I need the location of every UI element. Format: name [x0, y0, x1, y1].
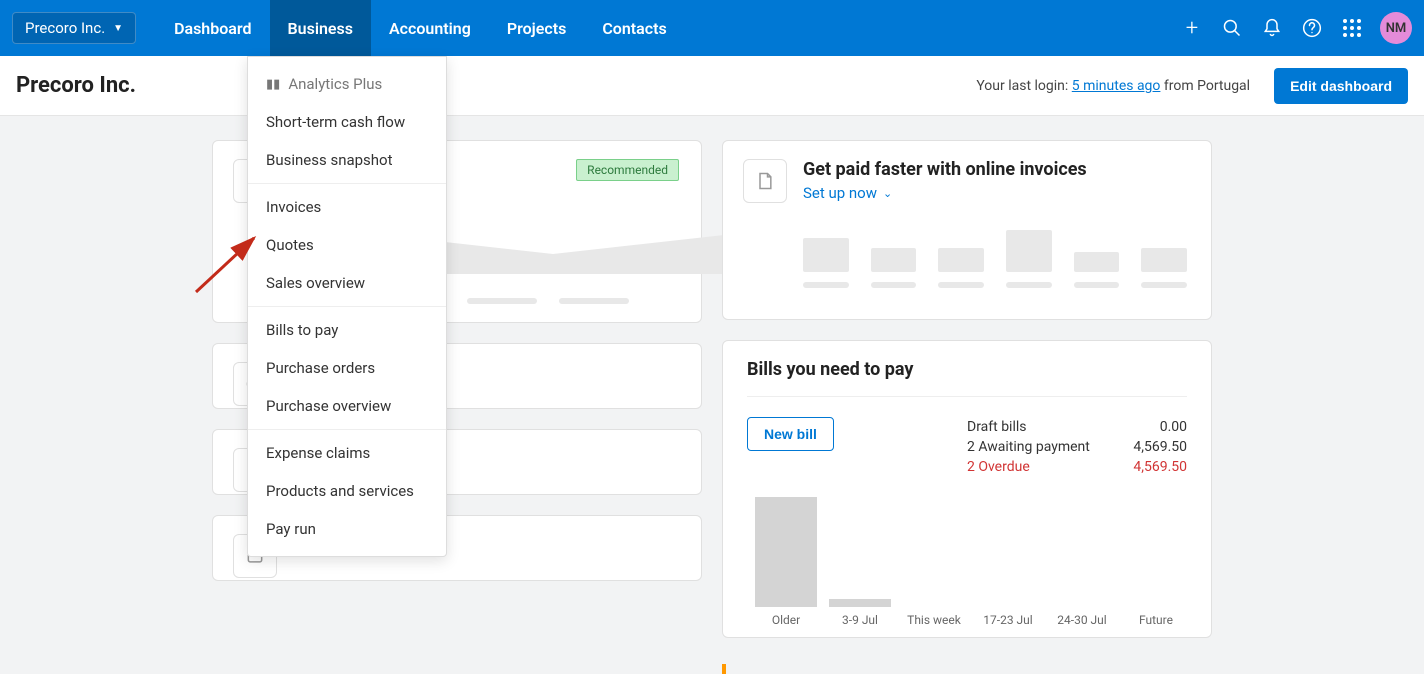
org-selector[interactable]: Precoro Inc. ▼	[12, 12, 136, 44]
bill-awaiting-value: 4,569.50	[1133, 439, 1187, 455]
last-login-prefix: Your last login:	[976, 78, 1071, 94]
top-navbar: Precoro Inc. ▼ Dashboard Business Accoun…	[0, 0, 1424, 56]
bill-row-awaiting[interactable]: 2 Awaiting payment 4,569.50	[967, 437, 1187, 457]
get-paid-placeholder-bars	[803, 230, 1187, 272]
last-login-suffix: from Portugal	[1160, 78, 1250, 94]
dd-label: Analytics Plus	[288, 75, 382, 93]
dd-item-business-snapshot[interactable]: Business snapshot	[248, 141, 446, 179]
bill-awaiting-label: 2 Awaiting payment	[967, 439, 1090, 455]
bill-stats: Draft bills 0.00 2 Awaiting payment 4,56…	[967, 417, 1187, 477]
bill-overdue-value: 4,569.50	[1133, 459, 1187, 475]
bar-older[interactable]	[755, 497, 817, 607]
org-name: Precoro Inc.	[25, 19, 105, 37]
page-subheader: Precoro Inc. Your last login: 5 minutes …	[0, 56, 1424, 116]
chart-label: 3-9 Jul	[829, 613, 891, 627]
nav-tabs: Dashboard Business Accounting Projects C…	[156, 0, 685, 56]
bill-draft-value: 0.00	[1160, 419, 1187, 435]
dd-item-sales-overview[interactable]: Sales overview	[248, 264, 446, 302]
bill-overdue-label: 2 Overdue	[967, 459, 1030, 475]
dd-item-analytics-plus[interactable]: ▮▮ Analytics Plus	[248, 65, 446, 103]
chevron-down-icon: ⌄	[883, 187, 892, 200]
chart-label: Future	[1125, 613, 1187, 627]
bills-bar-chart: Older 3-9 Jul This week 17-23 Jul 24-30 …	[747, 497, 1187, 627]
avatar[interactable]: NM	[1380, 12, 1412, 44]
card-get-paid[interactable]: Get paid faster with online invoices Set…	[722, 140, 1212, 320]
apps-grid-icon	[1343, 19, 1361, 37]
document-icon	[743, 159, 787, 203]
bar-3-9-jul[interactable]	[829, 599, 891, 607]
dashboard-content: ur cash flow Recommended oney is going u…	[0, 116, 1424, 662]
dd-item-bills-to-pay[interactable]: Bills to pay	[248, 311, 446, 349]
plus-icon: +	[1186, 16, 1198, 41]
bill-row-overdue[interactable]: 2 Overdue 4,569.50	[967, 457, 1187, 477]
help-icon	[1302, 18, 1322, 38]
search-icon	[1222, 18, 1242, 38]
recommended-badge: Recommended	[576, 159, 679, 181]
set-up-now-link[interactable]: Set up now ⌄	[803, 184, 892, 202]
dd-item-pay-run[interactable]: Pay run	[248, 510, 446, 548]
last-login-text: Your last login: 5 minutes ago from Port…	[976, 78, 1250, 94]
dd-item-products-services[interactable]: Products and services	[248, 472, 446, 510]
nav-tab-business[interactable]: Business	[270, 0, 371, 56]
analytics-icon: ▮▮	[266, 77, 280, 92]
dd-item-quotes[interactable]: Quotes	[248, 226, 446, 264]
dd-item-short-term-cash-flow[interactable]: Short-term cash flow	[248, 103, 446, 141]
last-login-link[interactable]: 5 minutes ago	[1072, 78, 1161, 94]
chart-label: This week	[903, 613, 965, 627]
help-button[interactable]	[1292, 8, 1332, 48]
dd-item-purchase-overview[interactable]: Purchase overview	[248, 387, 446, 425]
bill-draft-label: Draft bills	[967, 419, 1027, 435]
chart-label: 17-23 Jul	[977, 613, 1039, 627]
set-up-now-label: Set up now	[803, 184, 877, 202]
new-bill-button[interactable]: New bill	[747, 417, 834, 451]
dd-item-expense-claims[interactable]: Expense claims	[248, 434, 446, 472]
chevron-down-icon: ▼	[113, 23, 123, 34]
nav-tab-accounting[interactable]: Accounting	[371, 0, 489, 56]
scroll-indicator	[722, 664, 726, 674]
card-bills-to-pay: Bills you need to pay New bill Draft bil…	[722, 340, 1212, 638]
add-button[interactable]: +	[1172, 8, 1212, 48]
page-title: Precoro Inc.	[16, 73, 136, 98]
nav-tab-dashboard[interactable]: Dashboard	[156, 0, 269, 56]
notifications-button[interactable]	[1252, 8, 1292, 48]
bell-icon	[1262, 18, 1282, 38]
search-button[interactable]	[1212, 8, 1252, 48]
bills-card-title: Bills you need to pay	[747, 359, 1187, 397]
card-get-paid-title: Get paid faster with online invoices	[803, 159, 1187, 180]
dd-item-invoices[interactable]: Invoices	[248, 188, 446, 226]
chart-label: Older	[755, 613, 817, 627]
dd-item-purchase-orders[interactable]: Purchase orders	[248, 349, 446, 387]
bill-row-draft[interactable]: Draft bills 0.00	[967, 417, 1187, 437]
apps-button[interactable]	[1332, 8, 1372, 48]
nav-tab-contacts[interactable]: Contacts	[584, 0, 684, 56]
business-dropdown: ▮▮ Analytics Plus Short-term cash flow B…	[247, 56, 447, 557]
edit-dashboard-button[interactable]: Edit dashboard	[1274, 68, 1408, 104]
chart-label: 24-30 Jul	[1051, 613, 1113, 627]
nav-tab-projects[interactable]: Projects	[489, 0, 585, 56]
